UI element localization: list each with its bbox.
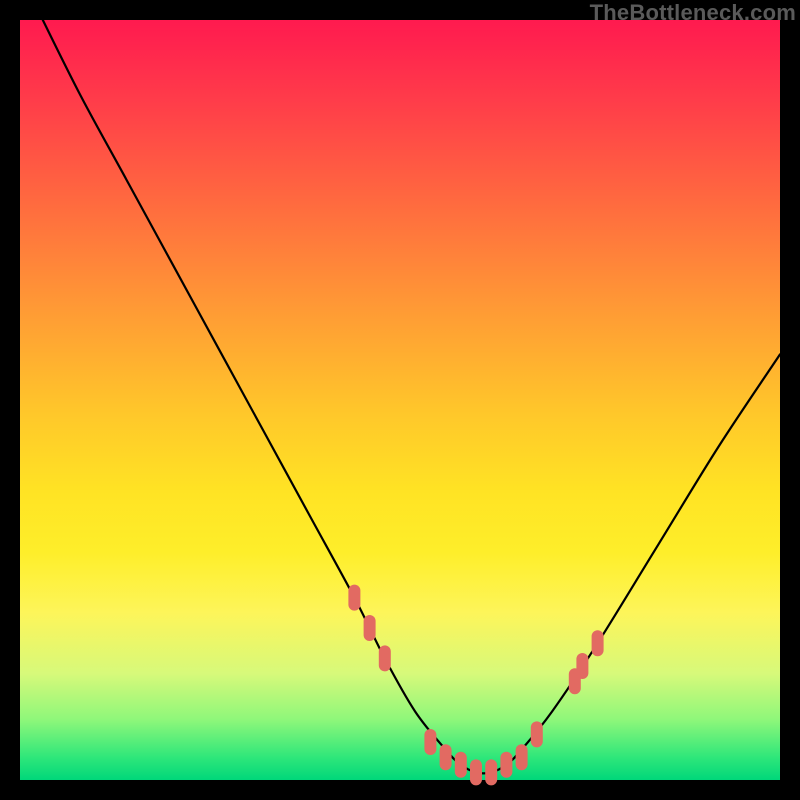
marker-point [500, 752, 512, 778]
marker-point [470, 759, 482, 785]
plot-area [20, 20, 780, 780]
marker-point [379, 645, 391, 671]
marker-point [424, 729, 436, 755]
marker-group [348, 585, 603, 786]
curve-svg [20, 20, 780, 780]
marker-point [455, 752, 467, 778]
bottleneck-curve [43, 20, 780, 773]
marker-point [440, 744, 452, 770]
marker-point [364, 615, 376, 641]
marker-point [531, 721, 543, 747]
marker-point [516, 744, 528, 770]
marker-point [592, 630, 604, 656]
marker-point [576, 653, 588, 679]
marker-point [485, 759, 497, 785]
marker-point [348, 585, 360, 611]
chart-stage: TheBottleneck.com [0, 0, 800, 800]
